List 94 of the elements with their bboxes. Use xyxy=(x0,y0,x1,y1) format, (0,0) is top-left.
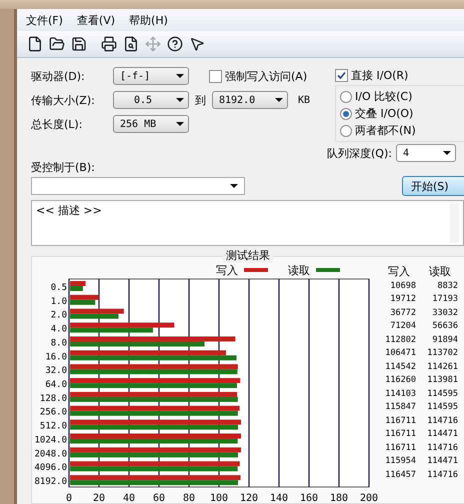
axis-tick-label: 100 xyxy=(210,493,228,503)
table-cell-text: 116260 xyxy=(384,375,416,386)
legend-label: 读取 xyxy=(288,262,310,278)
to-label: 到 xyxy=(195,92,206,108)
checkbox-label: 强制写入访问(A) xyxy=(225,68,308,84)
total-length-label: 总长度(L): xyxy=(31,116,84,132)
save-icon[interactable] xyxy=(71,36,87,52)
axis-tick-label: 140 xyxy=(270,493,288,503)
table-cell-text: 33032 xyxy=(431,308,458,318)
column-header: 读取 xyxy=(428,264,452,278)
help-icon[interactable] xyxy=(167,36,183,52)
drive-label: 驱动器(D): xyxy=(31,68,86,84)
table-cell-text: 114542 xyxy=(384,362,416,372)
table-cell-text: 113702 xyxy=(426,348,458,358)
axis-tick-label: 160 xyxy=(300,493,318,503)
radio-button[interactable] xyxy=(340,90,352,102)
axis-category-label: 512.0 xyxy=(40,422,67,432)
transfer-size-label: 传输大小(Z): xyxy=(31,92,96,108)
axis-tick-label: 120 xyxy=(240,493,258,503)
table-cell-text: 114716 xyxy=(426,416,458,426)
table-cell-text: 114716 xyxy=(426,442,458,453)
table-cell-text: 114595 xyxy=(426,388,458,399)
axis-category-label: 4.0 xyxy=(50,324,67,335)
table-cell-text: 116711 xyxy=(384,442,416,453)
radio-label: 交叠 I/O(O) xyxy=(355,106,414,121)
checkbox[interactable] xyxy=(209,70,222,82)
table-cell-text: 71204 xyxy=(389,321,416,332)
table-cell-text: 91894 xyxy=(431,334,458,345)
table-cell-text: 17193 xyxy=(431,294,458,304)
table-cell-text: 114261 xyxy=(426,362,458,372)
radio-label: I/O 比较(C) xyxy=(355,89,412,104)
checkbox-label: 直接 I/O(R) xyxy=(351,68,408,83)
table-cell-text: 114595 xyxy=(426,402,458,412)
document-icon[interactable] xyxy=(27,36,43,52)
folder-icon[interactable] xyxy=(49,36,65,52)
table-cell-text: 116711 xyxy=(384,416,416,426)
axis-tick-label: 0 xyxy=(66,493,72,503)
table-cell-text: 116711 xyxy=(384,429,416,440)
axis-tick-label: 20 xyxy=(92,493,106,503)
table-cell-text: 114471 xyxy=(426,429,458,440)
axis-category-label: 16.0 xyxy=(45,352,67,362)
table-cell-text: 115954 xyxy=(384,456,416,466)
unit-label: KB xyxy=(298,94,310,106)
table-cell-text: 19712 xyxy=(389,294,416,304)
axis-category-label: 2048.0 xyxy=(34,449,67,460)
table-cell-text: 114471 xyxy=(426,456,458,466)
axis-category-label: 64.0 xyxy=(45,380,67,390)
table-cell-text: 106471 xyxy=(384,348,416,358)
panel-title: 测试结果 xyxy=(223,248,273,263)
axis-category-label: 4096.0 xyxy=(34,463,67,474)
axis-category-label: 0.5 xyxy=(50,282,67,293)
total-length-select[interactable]: 256 MB xyxy=(113,115,189,133)
drive-select[interactable]: [-f-] xyxy=(113,67,189,85)
column-header: 写入 xyxy=(387,264,411,278)
axis-category-label: 256.0 xyxy=(40,408,67,418)
table-cell-text: 36772 xyxy=(389,308,416,318)
start-button[interactable]: 开始(S) xyxy=(402,176,464,196)
legend-label: 写入 xyxy=(216,262,238,278)
menu-item[interactable]: 文件(F) xyxy=(21,10,68,30)
transfer-to-select[interactable]: 8192.0 xyxy=(212,91,288,109)
axis-tick-label: 200 xyxy=(360,493,378,503)
table-cell-text: 56636 xyxy=(431,321,458,332)
table-cell-text: 112802 xyxy=(384,334,416,345)
print-preview-icon[interactable] xyxy=(123,36,139,52)
radio-button[interactable] xyxy=(340,124,352,136)
axis-category-label: 2.0 xyxy=(50,310,67,321)
radio-label: 两者都不(N) xyxy=(355,123,416,138)
table-cell-text: 114716 xyxy=(426,470,458,480)
transfer-from-select[interactable]: 0.5 xyxy=(113,91,189,109)
axis-category-label: 32.0 xyxy=(45,366,67,376)
table-cell-text: 10698 xyxy=(389,280,416,291)
controlled-by-label: 受控制于(B): xyxy=(31,160,96,175)
menu-item[interactable]: 查看(V) xyxy=(72,10,120,30)
table-cell-text: 116457 xyxy=(384,470,416,480)
table-cell-text: 8832 xyxy=(436,280,458,291)
axis-category-label: 1.0 xyxy=(50,296,67,307)
axis-tick-label: 40 xyxy=(122,493,136,503)
table-cell-text: 113981 xyxy=(426,375,458,386)
axis-tick-label: 80 xyxy=(182,493,196,503)
menu-item[interactable]: 帮助(H) xyxy=(124,10,173,30)
queue-depth-select[interactable]: 4 xyxy=(396,144,456,162)
queue-depth-label: 队列深度(Q): xyxy=(327,146,392,160)
axis-category-label: 8192.0 xyxy=(34,477,67,488)
radio-button[interactable] xyxy=(340,108,352,120)
checkbox[interactable] xyxy=(335,69,348,82)
axis-category-label: 1024.0 xyxy=(34,435,67,446)
printer-icon[interactable] xyxy=(101,36,117,52)
table-cell-text: 114103 xyxy=(384,388,416,399)
axis-tick-label: 60 xyxy=(152,493,166,503)
axis-category-label: 8.0 xyxy=(50,338,67,348)
description-field[interactable]: << 描述 >> xyxy=(31,200,464,246)
axis-category-label: 128.0 xyxy=(40,394,67,404)
table-cell-text: 115847 xyxy=(384,402,416,412)
axis-tick-label: 180 xyxy=(330,493,348,503)
